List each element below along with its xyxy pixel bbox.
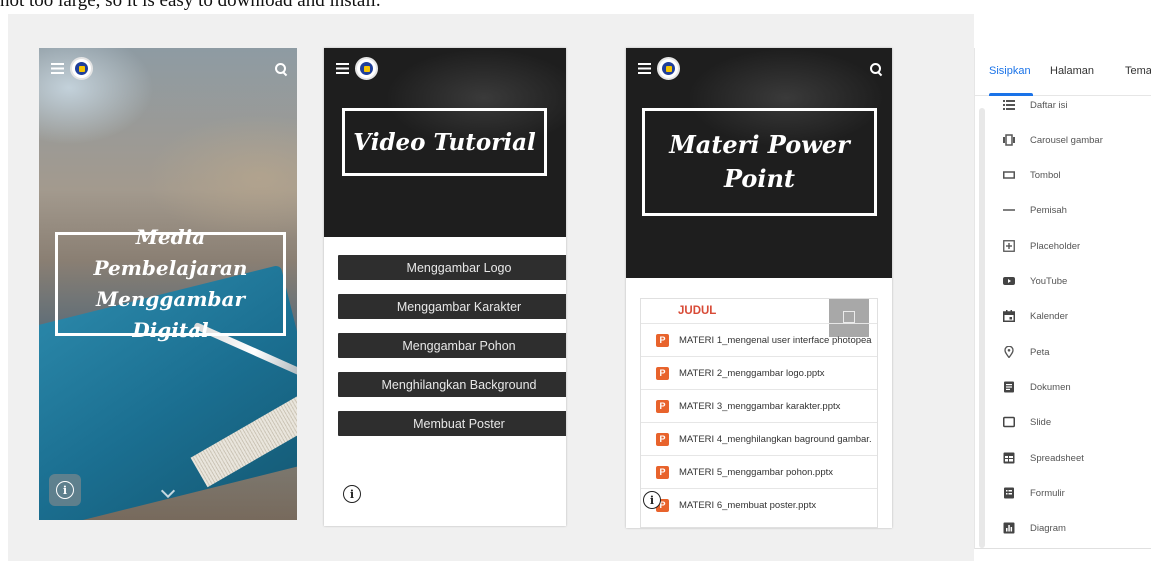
tab-halaman[interactable]: Halaman (1050, 65, 1094, 77)
sidebar-item-kalender[interactable]: Kalender (975, 302, 1151, 330)
powerpoint-icon: P (656, 366, 669, 380)
file-name: MATERI 5_menggambar pohon.pptx (679, 466, 834, 478)
slide-icon (1003, 416, 1015, 428)
tab-sisipkan[interactable]: Sisipkan (989, 65, 1031, 77)
form-icon (1004, 487, 1014, 499)
video-button-background[interactable]: Menghilangkan Background (338, 372, 566, 397)
insert-sidebar: Sisipkan Halaman Tema Daftar isi Carouse… (974, 48, 1151, 549)
sidebar-item-spreadsheet[interactable]: Spreadsheet (975, 444, 1151, 472)
search-icon[interactable] (870, 63, 882, 75)
materi-title-box: Materi Power Point (642, 108, 877, 216)
app-bar (39, 48, 297, 92)
file-name: MATERI 3_menggambar karakter.pptx (679, 400, 841, 412)
preview-stage: Media Pembelajaran Menggambar Digital i … (8, 14, 974, 561)
sidebar-item-label: Carousel gambar (1030, 134, 1103, 146)
powerpoint-icon: P (656, 399, 669, 413)
file-name: MATERI 2_menggambar logo.pptx (679, 367, 825, 379)
menu-icon[interactable] (336, 63, 349, 74)
list-icon (1003, 100, 1015, 110)
materi-title-line2: Point (723, 164, 796, 193)
sidebar-item-label: Placeholder (1030, 240, 1081, 252)
powerpoint-icon: P (656, 465, 669, 479)
video-title-box: Video Tutorial (342, 108, 547, 176)
video-title: Video Tutorial (353, 128, 536, 156)
materi-file-table: JUDUL P MATERI 1_mengenal user interface… (640, 298, 878, 528)
app-bar (324, 48, 566, 92)
video-button-pohon[interactable]: Menggambar Pohon (338, 333, 566, 358)
menu-icon[interactable] (638, 63, 651, 74)
info-button[interactable]: i (49, 474, 81, 506)
carousel-icon (1003, 134, 1015, 146)
sidebar-item-peta[interactable]: Peta (975, 338, 1151, 366)
info-icon[interactable]: i (343, 485, 361, 503)
caption-text: not too large, so it is easy to download… (0, 0, 381, 11)
home-title-box: Media Pembelajaran Menggambar Digital (55, 225, 286, 342)
powerpoint-icon: P (656, 333, 669, 347)
sidebar-item-label: Slide (1030, 416, 1052, 428)
sidebar-item-label: Formulir (1030, 487, 1065, 499)
powerpoint-icon: P (656, 432, 669, 446)
info-icon[interactable]: i (643, 491, 661, 509)
home-title-line1: Media Pembelajaran (93, 225, 248, 280)
screenshot-root: not too large, so it is easy to download… (0, 0, 1151, 561)
sidebar-item-label: Dokumen (1030, 381, 1071, 393)
sidebar-item-placeholder[interactable]: Placeholder (975, 232, 1151, 260)
sidebar-item-youtube[interactable]: YouTube (975, 267, 1151, 295)
phone-home-preview: Media Pembelajaran Menggambar Digital i (39, 48, 297, 520)
site-logo-icon[interactable] (355, 57, 378, 80)
search-icon[interactable] (275, 63, 287, 75)
map-pin-icon (1004, 346, 1014, 358)
sidebar-item-diagram[interactable]: Diagram (975, 514, 1151, 542)
sidebar-item-label: Kalender (1030, 310, 1069, 322)
panel-bottom-border (975, 548, 1151, 549)
site-logo-icon[interactable] (70, 57, 93, 80)
site-logo-icon[interactable] (657, 57, 680, 80)
file-name: MATERI 6_membuat poster.pptx (679, 499, 817, 511)
sidebar-item-label: Diagram (1030, 522, 1066, 534)
phone-materi-preview: Materi Power Point JUDUL P MATERI 1_meng… (626, 48, 892, 528)
sidebar-item-daftar-isi[interactable]: Daftar isi (975, 91, 1151, 119)
sidebar-item-label: Tombol (1030, 169, 1061, 181)
info-icon: i (56, 481, 74, 499)
video-button-poster[interactable]: Membuat Poster (338, 411, 566, 436)
table-row[interactable]: P MATERI 3_menggambar karakter.pptx (641, 389, 877, 422)
video-button-logo[interactable]: Menggambar Logo (338, 255, 566, 280)
sidebar-item-pemisah[interactable]: Pemisah (975, 196, 1151, 224)
placeholder-icon (1003, 240, 1015, 252)
sidebar-item-label: Pemisah (1030, 204, 1067, 216)
sidebar-item-formulir[interactable]: Formulir (975, 479, 1151, 507)
table-row[interactable]: P MATERI 4_menghilangkan baground gambar… (641, 422, 877, 455)
video-button-karakter[interactable]: Menggambar Karakter (338, 294, 566, 319)
table-row[interactable]: P MATERI 1_mengenal user interface photo… (641, 323, 877, 356)
button-icon (1003, 171, 1015, 179)
chart-icon (1003, 522, 1015, 534)
sidebar-item-tombol[interactable]: Tombol (975, 161, 1151, 189)
calendar-icon (1003, 310, 1015, 322)
table-row[interactable]: P MATERI 6_membuat poster.pptx (641, 488, 877, 521)
home-title-line2: Menggambar Digital (96, 287, 245, 342)
youtube-icon (1003, 277, 1015, 285)
divider-icon (1003, 209, 1015, 211)
phone-video-preview: Video Tutorial Menggambar Logo Menggamba… (324, 48, 566, 526)
spreadsheet-icon (1003, 452, 1015, 464)
menu-icon[interactable] (51, 63, 64, 74)
sidebar-item-carousel-gambar[interactable]: Carousel gambar (975, 126, 1151, 154)
table-header: JUDUL (678, 305, 717, 317)
tab-tema[interactable]: Tema (1125, 65, 1151, 77)
table-row[interactable]: P MATERI 2_menggambar logo.pptx (641, 356, 877, 389)
sidebar-item-label: YouTube (1030, 275, 1068, 287)
sidebar-item-dokumen[interactable]: Dokumen (975, 373, 1151, 401)
sidebar-item-slide[interactable]: Slide (975, 408, 1151, 436)
table-row[interactable]: P MATERI 5_menggambar pohon.pptx (641, 455, 877, 488)
sidebar-item-label: Peta (1030, 346, 1050, 358)
file-name: MATERI 1_mengenal user interface photope… (679, 334, 872, 346)
file-name: MATERI 4_menghilangkan baground gambar. (679, 433, 872, 445)
document-icon (1004, 381, 1014, 393)
app-bar (626, 48, 892, 92)
sidebar-item-label: Daftar isi (1030, 99, 1068, 111)
materi-title-line1: Materi Power (669, 130, 850, 159)
sidebar-item-label: Spreadsheet (1030, 452, 1084, 464)
sidebar-tabs: Sisipkan Halaman Tema (975, 48, 1151, 96)
